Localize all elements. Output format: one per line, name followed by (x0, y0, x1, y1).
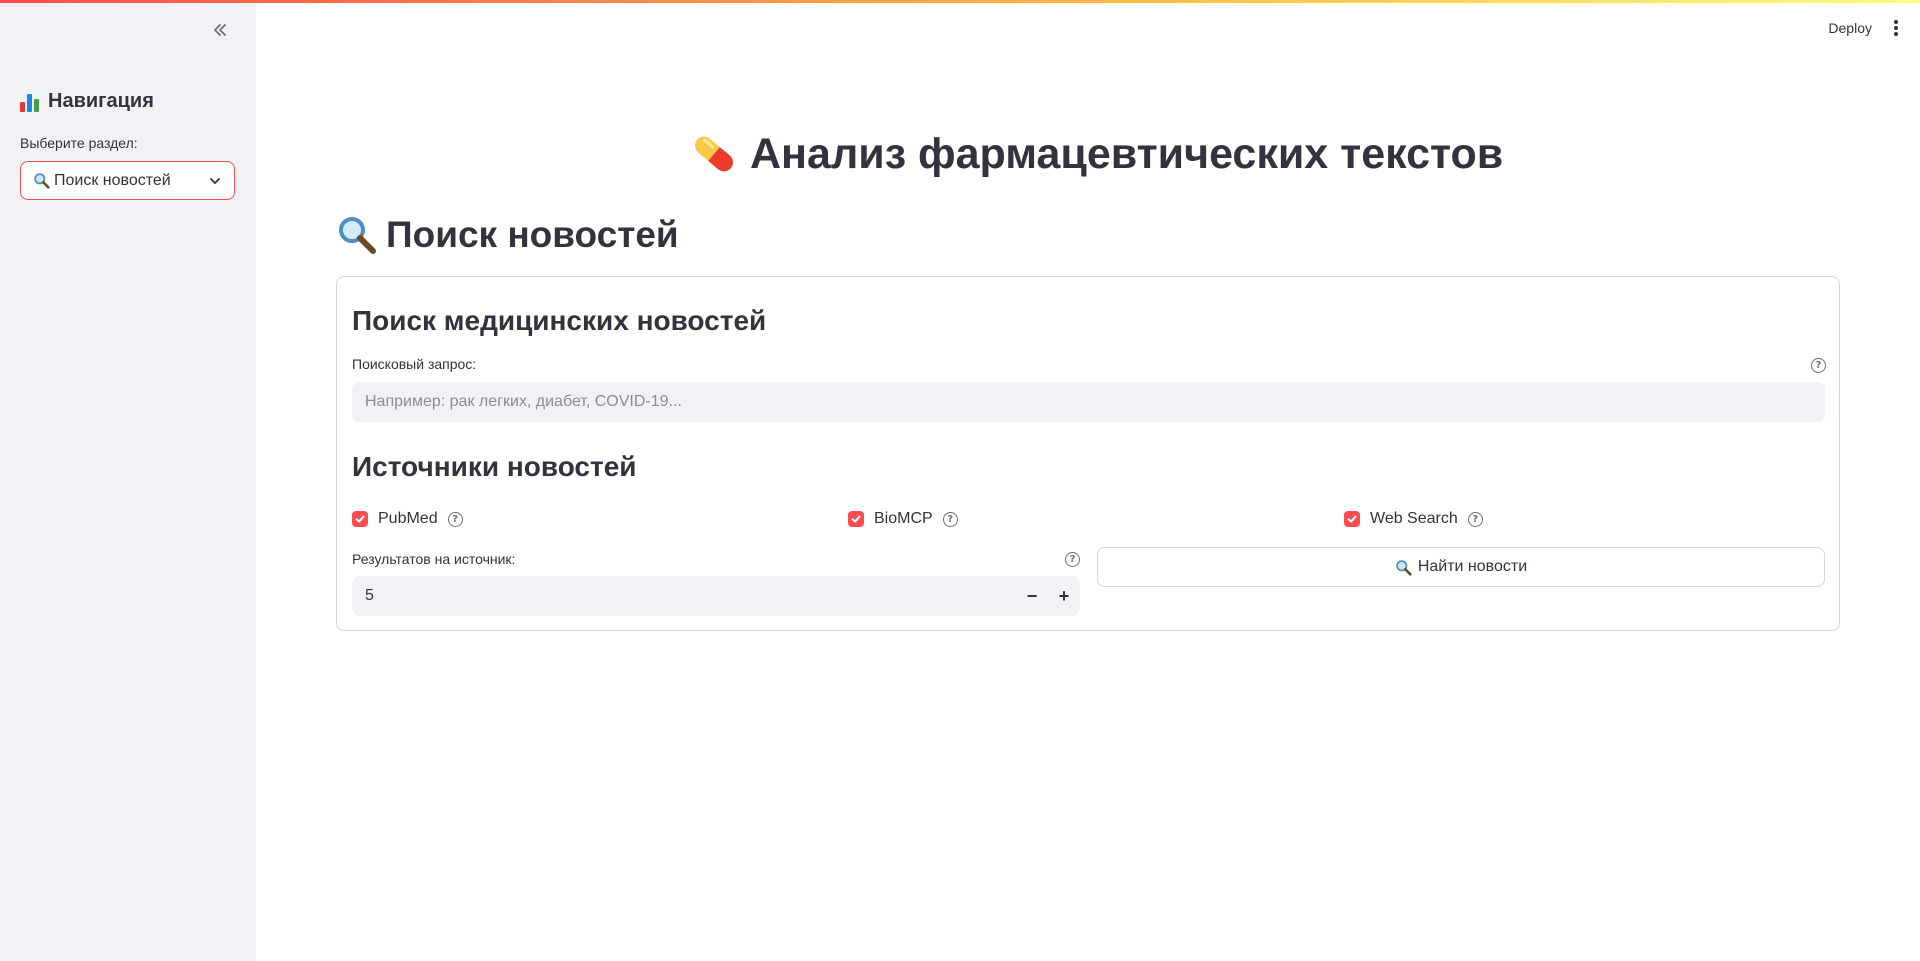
page-title-text: Анализ фармацевтических текстов (750, 129, 1504, 178)
chevron-down-icon (210, 177, 220, 184)
source-checkbox-biomcp[interactable]: BioMCP ? (848, 510, 958, 528)
deploy-button[interactable]: Deploy (1828, 20, 1872, 36)
source-checkbox-websearch[interactable]: Web Search ? (1344, 510, 1483, 528)
source-label: PubMed (378, 510, 438, 527)
collapse-sidebar-button[interactable] (206, 16, 234, 44)
section-title: Поиск новостей (336, 214, 679, 256)
checkbox-checked-icon[interactable] (848, 511, 864, 527)
header-toolbar: Deploy (1828, 16, 1902, 40)
magnifier-icon (34, 173, 50, 189)
form-heading: Поиск медицинских новостей (352, 305, 767, 336)
page-title: Анализ фармацевтических текстов (688, 128, 1503, 180)
question-circle-icon[interactable]: ? (1811, 358, 1826, 373)
search-query-input[interactable] (352, 382, 1825, 422)
question-circle-icon[interactable]: ? (1065, 552, 1080, 567)
section-select-value: Поиск новостей (33, 172, 208, 190)
pill-icon (695, 136, 733, 172)
source-label: BioMCP (874, 510, 933, 527)
bar-chart-icon (20, 92, 42, 112)
source-checkbox-pubmed[interactable]: PubMed ? (352, 510, 463, 528)
results-per-source-label: Результатов на источник: (352, 551, 516, 567)
kebab-dot (1894, 26, 1898, 30)
section-select-label: Выберите раздел: (20, 135, 138, 151)
checkbox-checked-icon[interactable] (1344, 511, 1360, 527)
question-circle-icon[interactable]: ? (942, 511, 958, 527)
query-label: Поисковый запрос: (352, 356, 477, 372)
news-search-form: Поиск медицинских новостей Поисковый зап… (336, 276, 1840, 631)
kebab-dot (1894, 32, 1898, 36)
find-news-button[interactable]: Найти новости (1097, 547, 1825, 587)
sidebar: Навигация Выберите раздел: Поиск новосте… (0, 0, 256, 961)
double-chevron-left-icon (214, 24, 226, 36)
sidebar-title: Навигация (20, 90, 154, 113)
results-per-source-value[interactable]: 5 (352, 587, 1016, 605)
magnifier-icon (1396, 559, 1412, 576)
section-select[interactable]: Поиск новостей (20, 161, 235, 200)
results-per-source-input[interactable]: 5 − + (352, 576, 1080, 616)
source-label: Web Search (1370, 510, 1458, 527)
question-circle-icon[interactable]: ? (1467, 511, 1483, 527)
sidebar-title-text: Навигация (48, 90, 154, 112)
find-news-button-label: Найти новости (1417, 558, 1528, 575)
question-circle-icon[interactable]: ? (447, 511, 463, 527)
checkbox-checked-icon[interactable] (352, 511, 368, 527)
sources-heading: Источники новостей (352, 451, 637, 482)
kebab-dot (1894, 20, 1898, 24)
top-decoration-bar (0, 0, 1920, 3)
section-select-text: Поиск новостей (54, 171, 171, 189)
magnifier-icon (339, 217, 376, 254)
section-title-text: Поиск новостей (386, 214, 679, 255)
decrement-button[interactable]: − (1016, 576, 1048, 616)
main-menu-button[interactable] (1890, 16, 1902, 40)
increment-button[interactable]: + (1048, 576, 1080, 616)
